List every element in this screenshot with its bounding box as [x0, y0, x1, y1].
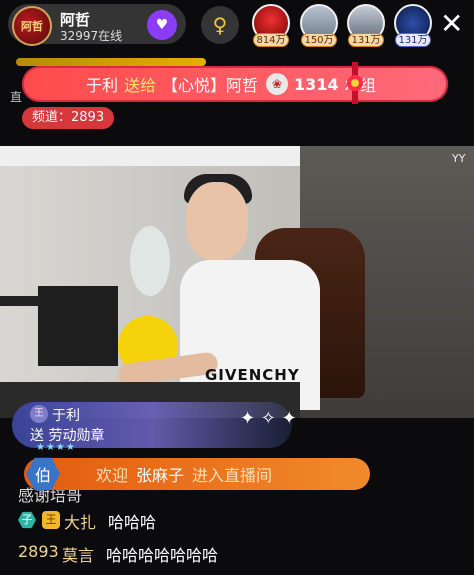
- banner-count: 1314: [294, 74, 339, 94]
- left-note: 直: [10, 90, 23, 104]
- plant: [130, 226, 170, 296]
- gift-notice-user: 于利: [52, 408, 80, 424]
- rank-badge-1: 814万: [253, 33, 289, 47]
- user-level-badge: 王: [30, 405, 48, 423]
- microphone: [0, 296, 40, 306]
- banner-verb: 送给: [124, 76, 157, 95]
- crown-icon: 王: [42, 511, 60, 529]
- close-icon[interactable]: ✕: [440, 10, 463, 38]
- bow-icon: [347, 62, 363, 104]
- person-head: [186, 182, 248, 260]
- host-avatar-text: 阿哲: [21, 20, 43, 33]
- monitor: [38, 286, 118, 366]
- welcome-suffix: 进入直播间: [192, 466, 273, 485]
- banner-sender: 于利: [86, 76, 119, 95]
- follow-heart-button[interactable]: ♥: [147, 10, 177, 40]
- chat-level-badge: 子: [18, 511, 36, 529]
- rank-badge-4: 131万: [395, 33, 431, 47]
- yellow-strip: [16, 58, 206, 66]
- channel-badge[interactable]: 频道：2893: [22, 107, 115, 129]
- gift-icon: ❀: [266, 73, 289, 95]
- host-avatar[interactable]: 阿哲: [12, 6, 52, 46]
- viewer-count: 32997在线: [60, 29, 123, 43]
- yy-watermark: YY: [452, 152, 466, 165]
- chat-username[interactable]: 大扎: [64, 509, 96, 533]
- sparkle-icon: ✦ ✧ ✦: [240, 408, 297, 429]
- chat-level: 2893: [18, 542, 59, 561]
- rank-badge-2: 150万: [301, 33, 337, 47]
- chat-message: 哈哈哈: [108, 513, 157, 532]
- video-stream[interactable]: GIVENCHY YY: [0, 146, 474, 418]
- chat-message: 哈哈哈哈哈哈哈: [106, 546, 219, 565]
- chat-username[interactable]: 莫言: [62, 542, 94, 566]
- rank-badge-3: 131万: [348, 33, 384, 47]
- welcome-prefix: 欢迎: [96, 466, 129, 485]
- gift-banner[interactable]: 于利 送给 【心悦】阿哲 ❀ 1314 x 组: [22, 66, 448, 102]
- banner-target: 【心悦】阿哲: [162, 76, 259, 95]
- welcome-banner: 欢迎 张麻子 进入直播间: [24, 458, 370, 490]
- gift-stars: ★★★★: [36, 442, 76, 453]
- guard-icon[interactable]: ♀: [201, 6, 239, 44]
- welcome-name[interactable]: 张麻子: [136, 462, 184, 486]
